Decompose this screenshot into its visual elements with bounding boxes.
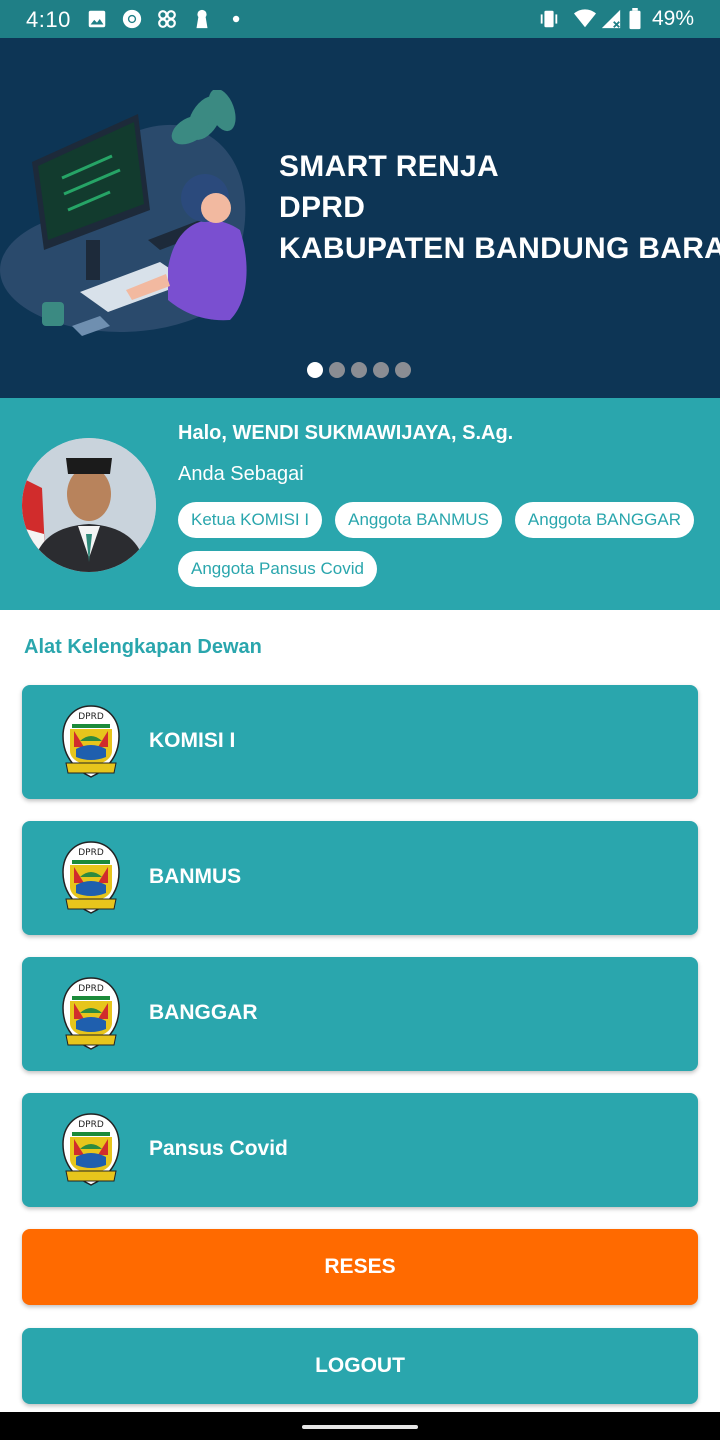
logout-button[interactable]: LOGOUT [22, 1328, 698, 1404]
banner-title-line: DPRD [279, 191, 366, 224]
dprd-logo-icon: DPRD [62, 841, 120, 914]
fan-icon [158, 10, 176, 28]
battery-percent: 49% [651, 7, 694, 30]
role-chip: Anggota BANGGAR [514, 502, 694, 538]
system-nav-bar [0, 1412, 720, 1440]
carousel-indicators [307, 362, 411, 380]
avatar [22, 438, 156, 572]
wifi-icon [574, 9, 596, 28]
card-label: BANMUS [149, 865, 242, 888]
svg-text:DPRD: DPRD [78, 712, 104, 722]
avatar-photo [22, 438, 156, 572]
banner-title-line: KABUPATEN BANDUNG BARAT [279, 232, 720, 265]
home-gesture-handle[interactable] [302, 1425, 418, 1429]
profile-panel: Halo, WENDI SUKMAWIJAYA, S.Ag. Anda Seba… [0, 398, 720, 610]
greeting-text: Halo, WENDI SUKMAWIJAYA, S.Ag. [178, 422, 514, 444]
reses-button[interactable]: RESES [22, 1229, 698, 1305]
card-label: KOMISI I [149, 729, 236, 752]
svg-text:DPRD: DPRD [78, 984, 104, 994]
role-chip: Anggota Pansus Covid [178, 551, 377, 587]
dot-icon [232, 15, 240, 23]
role-chip: Anggota BANMUS [335, 502, 502, 538]
signal-icon [601, 9, 621, 29]
banner-title-line: SMART RENJA [279, 150, 499, 183]
vibrate-icon [540, 10, 558, 28]
carousel-dot[interactable] [395, 362, 411, 378]
keyhole-icon [196, 9, 208, 29]
dprd-logo-icon: DPRD [62, 1113, 120, 1186]
card-banggar[interactable]: DPRD BANGGAR [22, 957, 698, 1071]
dprd-logo-icon: DPRD [62, 705, 120, 778]
svg-text:DPRD: DPRD [78, 1120, 104, 1130]
battery-icon [629, 8, 641, 30]
banner-carousel[interactable]: SMART RENJA DPRD KABUPATEN BANDUNG BARAT [0, 38, 720, 398]
role-label: Anda Sebagai [178, 463, 304, 485]
status-bar: 4:10 49% [0, 0, 720, 38]
dprd-logo-icon: DPRD [62, 977, 120, 1050]
office-worker-illustration [0, 90, 247, 336]
section-title: Alat Kelengkapan Dewan [24, 636, 262, 658]
carousel-dot[interactable] [351, 362, 367, 378]
card-label: Pansus Covid [149, 1137, 288, 1160]
card-pansus-covid[interactable]: DPRD Pansus Covid [22, 1093, 698, 1207]
image-icon [88, 10, 106, 28]
role-chips: Ketua KOMISI I Anggota BANMUS Anggota BA… [178, 502, 698, 587]
card-banmus[interactable]: DPRD BANMUS [22, 821, 698, 935]
card-komisi-i[interactable]: DPRD KOMISI I [22, 685, 698, 799]
card-label: BANGGAR [149, 1001, 258, 1024]
status-time: 4:10 [26, 7, 71, 32]
carousel-dot[interactable] [329, 362, 345, 378]
role-chip: Ketua KOMISI I [178, 502, 323, 538]
banner-title: SMART RENJA DPRD KABUPATEN BANDUNG BARAT [279, 146, 720, 269]
svg-text:DPRD: DPRD [78, 848, 104, 858]
carousel-dot[interactable] [307, 362, 323, 378]
chrome-icon [122, 9, 142, 29]
carousel-dot[interactable] [373, 362, 389, 378]
